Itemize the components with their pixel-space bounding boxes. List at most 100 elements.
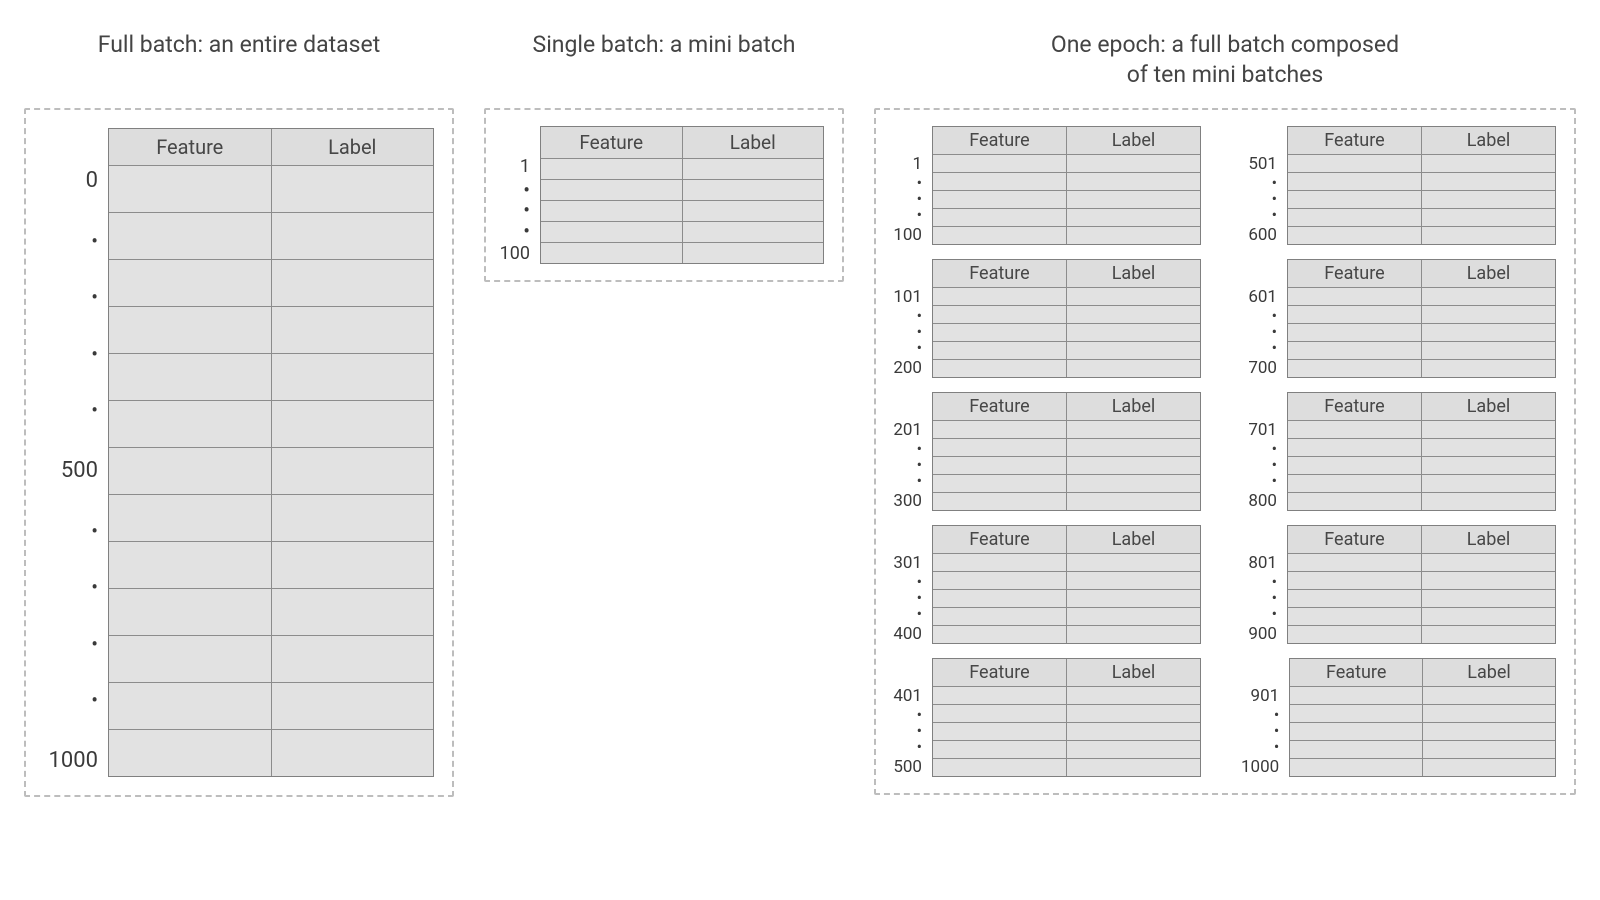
epoch-column: One epoch: a full batch composed of ten … (874, 30, 1576, 797)
table-row (1288, 493, 1555, 510)
single-batch-box: 1 • • • 100 Feature Label (484, 108, 844, 282)
dot-icon: • (1241, 592, 1277, 605)
table-row (933, 155, 1200, 173)
mini-batch-table: FeatureLabel (932, 658, 1201, 777)
full-batch-box: 0 • • • • 500 • • • • 1000 Feature Label (24, 108, 454, 797)
col-header-feature: Feature (933, 393, 1067, 420)
col-header-feature: Feature (541, 127, 683, 158)
table-row (541, 201, 823, 222)
table-row (109, 354, 433, 401)
mini-batch-card: 801•••900FeatureLabel (1241, 525, 1556, 644)
table-row (933, 209, 1200, 227)
mini-batch-index-gutter: 401•••500 (886, 658, 932, 777)
epoch-grid: 1•••100FeatureLabel501•••600FeatureLabel… (886, 126, 1556, 777)
dot-icon: • (36, 692, 98, 708)
mini-batch-card: 701•••800FeatureLabel (1241, 392, 1556, 511)
table-row (1288, 554, 1555, 572)
table-header: FeatureLabel (1290, 659, 1555, 687)
table-row (541, 180, 823, 201)
dot-icon: • (496, 182, 530, 198)
table-header: FeatureLabel (1288, 260, 1555, 288)
dot-icon: • (1241, 209, 1277, 222)
table-row (1288, 209, 1555, 227)
table-row (933, 493, 1200, 510)
dot-icon: • (1241, 709, 1279, 722)
mini-batch-index-gutter: 801•••900 (1241, 525, 1287, 644)
table-row (933, 457, 1200, 475)
table-row (1288, 457, 1555, 475)
table-row (933, 608, 1200, 626)
dot-icon: • (886, 459, 922, 472)
table-row (1290, 687, 1555, 705)
table-row (933, 687, 1200, 705)
table-row (933, 227, 1200, 244)
index-end: 400 (886, 624, 922, 644)
index-start: 701 (1241, 420, 1277, 440)
col-header-feature: Feature (1288, 526, 1422, 553)
mini-batch-table: FeatureLabel (1287, 259, 1556, 378)
mini-batch-card: 1•••100FeatureLabel (886, 126, 1201, 245)
table-row (1288, 191, 1555, 209)
table-row (933, 342, 1200, 360)
mini-batch-table: FeatureLabel (1287, 392, 1556, 511)
table-header: FeatureLabel (1288, 393, 1555, 421)
dot-icon: • (886, 709, 922, 722)
col-header-label: Label (1422, 393, 1555, 420)
col-header-label: Label (272, 129, 434, 165)
mini-batch-card: 501•••600FeatureLabel (1241, 126, 1556, 245)
index-start: 301 (886, 553, 922, 573)
table-row (1288, 342, 1555, 360)
col-header-label: Label (1067, 526, 1200, 553)
mini-batch-card: 201•••300FeatureLabel (886, 392, 1201, 511)
col-header-feature: Feature (933, 526, 1067, 553)
col-header-feature: Feature (933, 260, 1067, 287)
dot-icon: • (886, 725, 922, 738)
table-header: FeatureLabel (1288, 526, 1555, 554)
index-end: 1000 (1241, 757, 1279, 777)
single-batch-card: 1 • • • 100 Feature Label (496, 126, 824, 264)
table-row (1290, 723, 1555, 741)
table-row (1288, 590, 1555, 608)
table-row (1288, 288, 1555, 306)
index-end: 100 (496, 243, 530, 264)
full-batch-table: Feature Label (108, 128, 434, 777)
col-header-label: Label (1422, 127, 1555, 154)
col-header-label: Label (1422, 526, 1555, 553)
single-batch-title: Single batch: a mini batch (484, 30, 844, 94)
dot-icon: • (36, 523, 98, 539)
table-row (1290, 759, 1555, 776)
table-row (933, 173, 1200, 191)
table-row (933, 421, 1200, 439)
index-end: 700 (1241, 358, 1277, 378)
col-header-feature: Feature (933, 659, 1067, 686)
table-row (109, 495, 433, 542)
index-end: 500 (886, 757, 922, 777)
mini-batch-card: 601•••700FeatureLabel (1241, 259, 1556, 378)
table-row (109, 401, 433, 448)
col-header-label: Label (1422, 260, 1555, 287)
index-end: 100 (886, 225, 922, 245)
index-tick: 1000 (36, 748, 98, 773)
table-header: FeatureLabel (933, 526, 1200, 554)
table-header: FeatureLabel (1288, 127, 1555, 155)
full-batch-column: Full batch: an entire dataset 0 • • • • … (24, 30, 454, 797)
table-row (1288, 572, 1555, 590)
table-row (109, 166, 433, 213)
epoch-box: 1•••100FeatureLabel501•••600FeatureLabel… (874, 108, 1576, 795)
table-row (109, 683, 433, 730)
mini-batch-index-gutter: 901•••1000 (1241, 658, 1289, 777)
table-row (1288, 439, 1555, 457)
table-row (541, 222, 823, 243)
col-header-label: Label (1067, 260, 1200, 287)
dot-icon: • (1241, 576, 1277, 589)
table-row (109, 213, 433, 260)
table-row (541, 243, 823, 263)
mini-batch-card: 101•••200FeatureLabel (886, 259, 1201, 378)
mini-batch-table: FeatureLabel (1287, 126, 1556, 245)
mini-batch-index-gutter: 501•••600 (1241, 126, 1287, 245)
col-header-feature: Feature (933, 127, 1067, 154)
table-row (933, 475, 1200, 493)
table-row (1288, 421, 1555, 439)
index-start: 1 (886, 154, 922, 174)
mini-batch-table: FeatureLabel (932, 259, 1201, 378)
